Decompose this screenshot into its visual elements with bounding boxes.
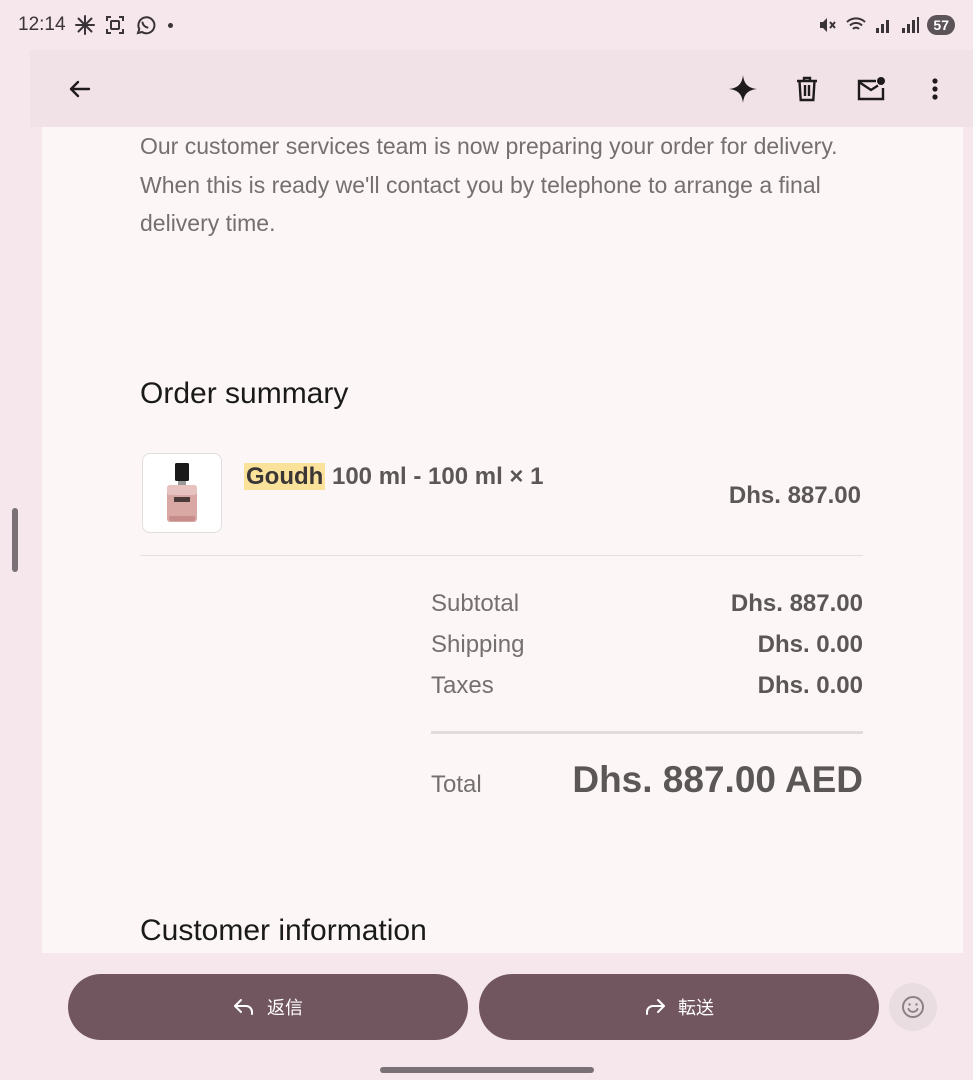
reply-label: 返信: [267, 998, 303, 1019]
notification-dot-icon: [167, 22, 173, 28]
back-button[interactable]: [60, 69, 100, 109]
shipping-label: Shipping: [431, 631, 525, 658]
total-label: Total: [431, 771, 482, 798]
total-row: Total Dhs. 887.00 AED: [431, 759, 863, 801]
product-name: Goudh 100 ml - 100 ml × 1: [244, 463, 543, 491]
perfume-bottle-icon: [167, 463, 197, 522]
signal-icon-1: [875, 16, 893, 34]
product-name-rest: 100 ml - 100 ml × 1: [325, 463, 544, 490]
shipping-value: Dhs. 0.00: [757, 631, 863, 658]
emoji-smile-icon: [902, 996, 924, 1018]
status-right: 57: [817, 15, 955, 35]
reply-icon: [234, 999, 253, 1015]
intro-paragraph: Our customer services team is now prepar…: [140, 133, 838, 236]
sparkle-icon: [729, 74, 757, 103]
battery-indicator: 57: [927, 15, 955, 35]
screenshot-icon: [104, 14, 126, 36]
product-image: [142, 453, 222, 533]
emoji-reaction-button[interactable]: [889, 983, 937, 1031]
whatsapp-icon: [134, 14, 156, 36]
taxes-row: Taxes Dhs. 0.00: [431, 672, 863, 700]
mark-unread-button[interactable]: [851, 69, 891, 109]
trash-icon: [797, 76, 817, 101]
status-left: 12:14: [18, 14, 173, 36]
order-summary-title: Order summary: [140, 377, 349, 410]
mark-unread-icon: [857, 76, 885, 100]
forward-button[interactable]: 転送: [479, 974, 879, 1040]
total-divider: [431, 731, 863, 734]
gemini-button[interactable]: [723, 69, 763, 109]
customer-information-title: Customer information: [140, 914, 427, 947]
signal-icon-2: [901, 16, 920, 34]
top-app-bar: [30, 50, 973, 127]
total-value: Dhs. 887.00 AED: [572, 759, 863, 800]
reply-button[interactable]: 返信: [68, 974, 468, 1040]
pinwheel-icon: [74, 14, 96, 36]
subtotal-row: Subtotal Dhs. 887.00: [431, 590, 863, 618]
delete-button[interactable]: [787, 69, 827, 109]
mute-icon: [817, 15, 837, 35]
email-body[interactable]: Our customer services team is now prepar…: [42, 127, 963, 953]
product-price: Dhs. 887.00: [728, 482, 861, 509]
product-divider: [140, 555, 863, 556]
app-bar-actions: [723, 69, 955, 109]
subtotal-label: Subtotal: [431, 590, 520, 617]
pane-resize-handle[interactable]: [12, 508, 18, 572]
forward-icon: [646, 999, 665, 1015]
taxes-label: Taxes: [431, 672, 494, 699]
more-options-button[interactable]: [915, 69, 955, 109]
home-indicator[interactable]: [380, 1067, 594, 1073]
status-bar: 12:14 57: [0, 0, 973, 50]
wifi-icon: [845, 15, 867, 35]
shipping-row: Shipping Dhs. 0.00: [431, 631, 863, 659]
more-vert-icon: [932, 77, 938, 100]
taxes-value: Dhs. 0.00: [757, 672, 863, 699]
search-highlight: Goudh: [244, 463, 326, 490]
status-time: 12:14: [18, 14, 66, 35]
arrow-left-icon: [69, 80, 91, 97]
subtotal-value: Dhs. 887.00: [730, 590, 863, 617]
forward-label: 転送: [678, 998, 714, 1019]
